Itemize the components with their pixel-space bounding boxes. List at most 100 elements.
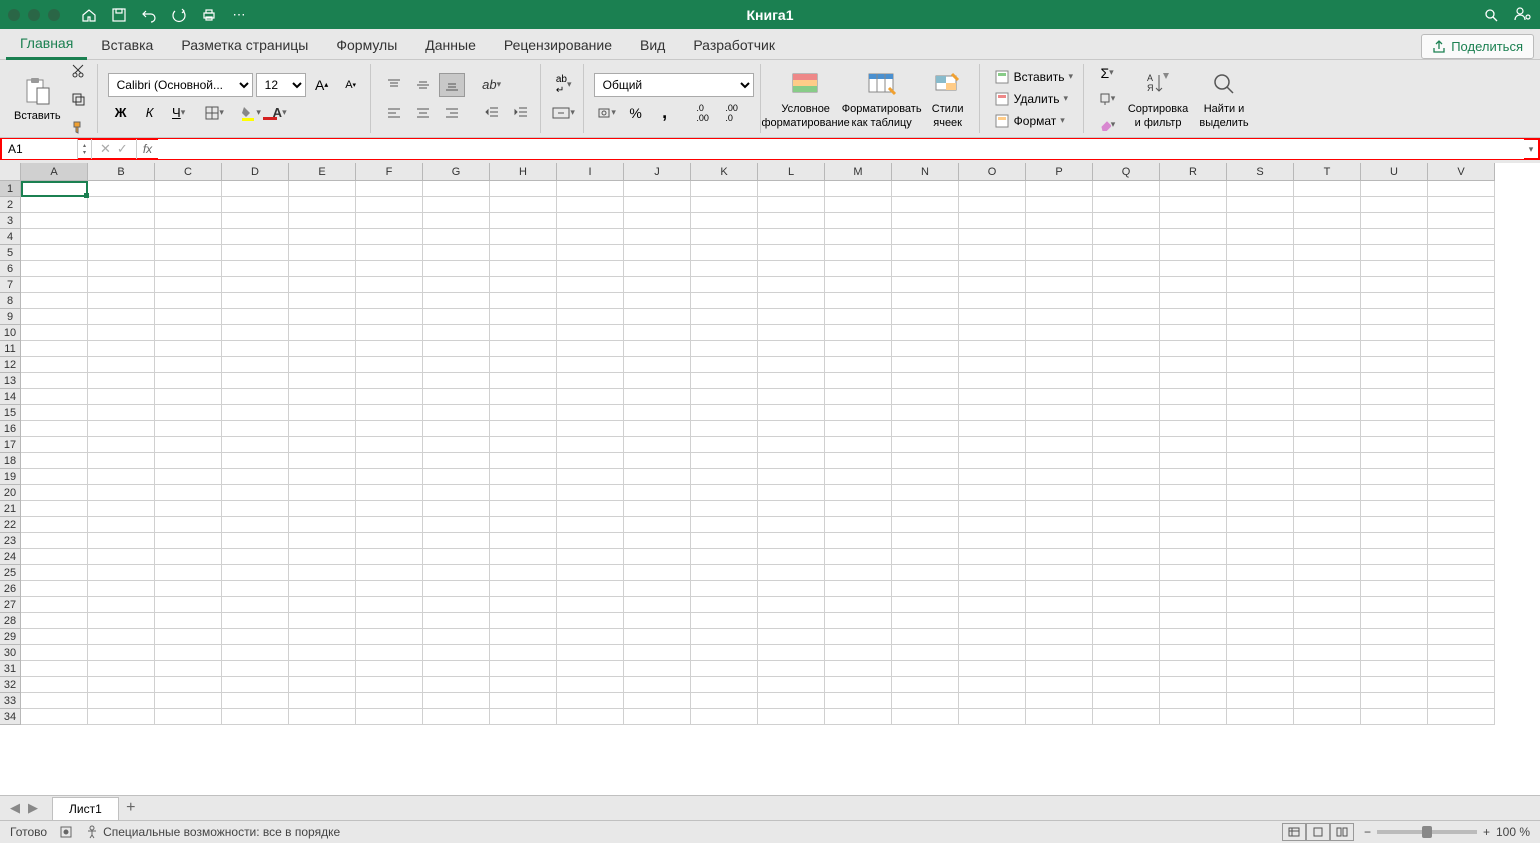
cell-N16[interactable] xyxy=(892,421,959,437)
cell-K5[interactable] xyxy=(691,245,758,261)
cell-O5[interactable] xyxy=(959,245,1026,261)
cell-E19[interactable] xyxy=(289,469,356,485)
cell-R4[interactable] xyxy=(1160,229,1227,245)
cell-S11[interactable] xyxy=(1227,341,1294,357)
cell-O13[interactable] xyxy=(959,373,1026,389)
cell-S21[interactable] xyxy=(1227,501,1294,517)
cell-H13[interactable] xyxy=(490,373,557,389)
cell-C6[interactable] xyxy=(155,261,222,277)
cell-F10[interactable] xyxy=(356,325,423,341)
cell-C7[interactable] xyxy=(155,277,222,293)
cell-G1[interactable] xyxy=(423,181,490,197)
cell-S12[interactable] xyxy=(1227,357,1294,373)
row-header-29[interactable]: 29 xyxy=(0,629,21,645)
cell-G6[interactable] xyxy=(423,261,490,277)
row-header-2[interactable]: 2 xyxy=(0,197,21,213)
cell-C27[interactable] xyxy=(155,597,222,613)
cell-D6[interactable] xyxy=(222,261,289,277)
row-header-10[interactable]: 10 xyxy=(0,325,21,341)
find-select[interactable]: Найти и выделить xyxy=(1196,67,1252,129)
cell-G10[interactable] xyxy=(423,325,490,341)
cell-K2[interactable] xyxy=(691,197,758,213)
cell-Q18[interactable] xyxy=(1093,453,1160,469)
cell-P26[interactable] xyxy=(1026,581,1093,597)
cell-U22[interactable] xyxy=(1361,517,1428,533)
cell-E3[interactable] xyxy=(289,213,356,229)
cell-V14[interactable] xyxy=(1428,389,1495,405)
cell-T22[interactable] xyxy=(1294,517,1361,533)
cell-L11[interactable] xyxy=(758,341,825,357)
cell-T34[interactable] xyxy=(1294,709,1361,725)
cell-B24[interactable] xyxy=(88,549,155,565)
cell-I3[interactable] xyxy=(557,213,624,229)
column-header-F[interactable]: F xyxy=(356,163,423,181)
cell-G20[interactable] xyxy=(423,485,490,501)
cell-A11[interactable] xyxy=(21,341,88,357)
cell-T29[interactable] xyxy=(1294,629,1361,645)
cell-G2[interactable] xyxy=(423,197,490,213)
fill[interactable]: ▾ xyxy=(1094,87,1120,111)
decrease-decimal[interactable]: .00.0 xyxy=(719,101,745,125)
cell-Q14[interactable] xyxy=(1093,389,1160,405)
cell-V21[interactable] xyxy=(1428,501,1495,517)
cell-U26[interactable] xyxy=(1361,581,1428,597)
cell-Q19[interactable] xyxy=(1093,469,1160,485)
cell-B10[interactable] xyxy=(88,325,155,341)
cell-J14[interactable] xyxy=(624,389,691,405)
copy-button[interactable] xyxy=(65,87,91,111)
cell-M1[interactable] xyxy=(825,181,892,197)
cell-K33[interactable] xyxy=(691,693,758,709)
cell-J32[interactable] xyxy=(624,677,691,693)
cell-F2[interactable] xyxy=(356,197,423,213)
cell-R5[interactable] xyxy=(1160,245,1227,261)
cell-K9[interactable] xyxy=(691,309,758,325)
cell-M30[interactable] xyxy=(825,645,892,661)
cell-F26[interactable] xyxy=(356,581,423,597)
cell-U17[interactable] xyxy=(1361,437,1428,453)
cell-D5[interactable] xyxy=(222,245,289,261)
cell-F18[interactable] xyxy=(356,453,423,469)
cell-B16[interactable] xyxy=(88,421,155,437)
cell-E20[interactable] xyxy=(289,485,356,501)
cell-O27[interactable] xyxy=(959,597,1026,613)
row-header-20[interactable]: 20 xyxy=(0,485,21,501)
cell-C19[interactable] xyxy=(155,469,222,485)
row-header-22[interactable]: 22 xyxy=(0,517,21,533)
cell-E1[interactable] xyxy=(289,181,356,197)
cell-S17[interactable] xyxy=(1227,437,1294,453)
cell-M5[interactable] xyxy=(825,245,892,261)
cell-B27[interactable] xyxy=(88,597,155,613)
cell-B31[interactable] xyxy=(88,661,155,677)
cell-V29[interactable] xyxy=(1428,629,1495,645)
cell-P4[interactable] xyxy=(1026,229,1093,245)
cell-I11[interactable] xyxy=(557,341,624,357)
cell-N19[interactable] xyxy=(892,469,959,485)
column-header-V[interactable]: V xyxy=(1428,163,1495,181)
cell-A20[interactable] xyxy=(21,485,88,501)
cell-P5[interactable] xyxy=(1026,245,1093,261)
indent-increase[interactable] xyxy=(508,101,534,125)
cell-C28[interactable] xyxy=(155,613,222,629)
row-header-28[interactable]: 28 xyxy=(0,613,21,629)
fill-color[interactable]: ▾ xyxy=(238,101,264,125)
cell-N27[interactable] xyxy=(892,597,959,613)
cell-U13[interactable] xyxy=(1361,373,1428,389)
cell-J3[interactable] xyxy=(624,213,691,229)
cell-O24[interactable] xyxy=(959,549,1026,565)
cell-M12[interactable] xyxy=(825,357,892,373)
cell-V26[interactable] xyxy=(1428,581,1495,597)
cell-J17[interactable] xyxy=(624,437,691,453)
delete-cells[interactable]: Удалить▾ xyxy=(990,89,1077,109)
cell-N23[interactable] xyxy=(892,533,959,549)
cell-S20[interactable] xyxy=(1227,485,1294,501)
cell-F34[interactable] xyxy=(356,709,423,725)
zoom-level[interactable]: 100 % xyxy=(1496,825,1530,839)
cell-A22[interactable] xyxy=(21,517,88,533)
cell-C31[interactable] xyxy=(155,661,222,677)
cell-F16[interactable] xyxy=(356,421,423,437)
cell-R21[interactable] xyxy=(1160,501,1227,517)
cell-L19[interactable] xyxy=(758,469,825,485)
cell-L2[interactable] xyxy=(758,197,825,213)
cell-E31[interactable] xyxy=(289,661,356,677)
cell-C17[interactable] xyxy=(155,437,222,453)
